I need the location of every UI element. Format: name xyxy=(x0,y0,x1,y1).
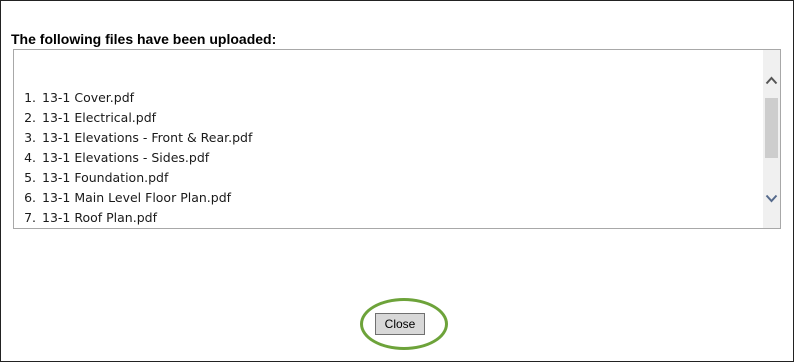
list-item: 4. 13-1 Elevations - Sides.pdf xyxy=(14,148,252,168)
scrollbar-thumb[interactable] xyxy=(765,98,778,158)
file-name: 13-1 Elevations - Sides.pdf xyxy=(42,150,210,165)
chevron-down-icon[interactable] xyxy=(763,190,780,207)
chevron-up-icon[interactable] xyxy=(763,72,780,89)
list-item-number: 7. xyxy=(24,210,36,225)
list-item-number: 6. xyxy=(24,190,36,205)
uploaded-files-list[interactable]: 1. 13-1 Cover.pdf 2. 13-1 Electrical.pdf… xyxy=(13,49,781,229)
upload-complete-dialog: The following files have been uploaded: … xyxy=(0,0,794,362)
vertical-scrollbar[interactable] xyxy=(763,50,780,228)
file-name: 13-1 Roof Plan.pdf xyxy=(42,210,157,225)
list-item-number: 2. xyxy=(24,110,36,125)
list-item-number: 4. xyxy=(24,150,36,165)
list-item-number: 3. xyxy=(24,130,36,145)
file-name: 13-1 Main Level Floor Plan.pdf xyxy=(42,190,232,205)
list-item: 6. 13-1 Main Level Floor Plan.pdf xyxy=(14,188,252,208)
file-list: 1. 13-1 Cover.pdf 2. 13-1 Electrical.pdf… xyxy=(14,88,252,228)
list-item-number: 1. xyxy=(24,90,36,105)
file-name: 13-1 Elevations - Front & Rear.pdf xyxy=(42,130,253,145)
list-item: 5. 13-1 Foundation.pdf xyxy=(14,168,252,188)
file-name: 13-1 Foundation.pdf xyxy=(42,170,169,185)
close-button[interactable]: Close xyxy=(375,313,425,335)
file-name: 13-1 Electrical.pdf xyxy=(42,110,157,125)
list-item: 2. 13-1 Electrical.pdf xyxy=(14,108,252,128)
list-item: 3. 13-1 Elevations - Front & Rear.pdf xyxy=(14,128,252,148)
list-item: 7. 13-1 Roof Plan.pdf xyxy=(14,208,252,228)
dialog-heading: The following files have been uploaded: xyxy=(11,31,277,47)
list-item-number: 5. xyxy=(24,170,36,185)
list-item: 1. 13-1 Cover.pdf xyxy=(14,88,252,108)
file-name: 13-1 Cover.pdf xyxy=(42,90,135,105)
